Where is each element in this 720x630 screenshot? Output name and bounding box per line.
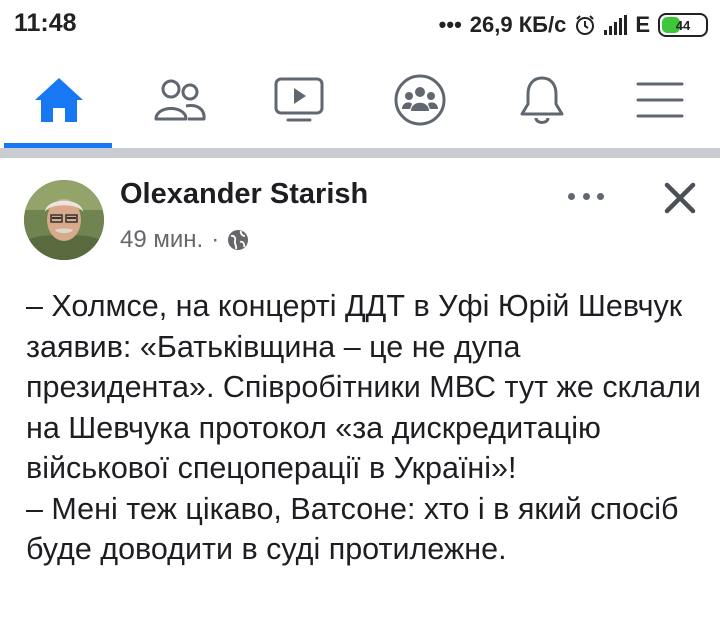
alarm-icon	[576, 15, 595, 35]
battery-icon: 44	[658, 13, 708, 37]
status-indicators: ••• 26,9 КБ/с E 44	[439, 10, 708, 40]
battery-level: 44	[675, 17, 691, 33]
feed-separator	[0, 148, 720, 158]
post-options-button[interactable]	[568, 186, 604, 206]
close-icon	[664, 182, 696, 214]
post-time[interactable]: 49 мин.	[120, 226, 203, 254]
bell-icon	[520, 76, 564, 124]
post-paragraph: – Холмсе, на концерті ДДТ в Уфі Юрій Шев…	[26, 289, 701, 485]
status-bar: 11:48 ••• 26,9 КБ/с E 44	[0, 0, 720, 52]
hide-post-button[interactable]	[660, 178, 700, 218]
signal-icon	[604, 15, 628, 35]
post-header: Olexander Starish 49 мин. ·	[0, 158, 720, 268]
post-body: – Холмсе, на концерті ДДТ в Уфі Юрій Шев…	[26, 286, 706, 570]
tab-friends[interactable]	[125, 52, 235, 148]
post-paragraph: – Мені теж цікаво, Ватсоне: хто і в який…	[26, 491, 679, 567]
groups-icon	[394, 74, 446, 126]
network-type: E	[635, 12, 650, 37]
hamburger-icon	[636, 82, 684, 118]
meta-separator: ·	[211, 226, 220, 253]
network-activity-dots: •••	[438, 12, 462, 37]
more-dot-icon	[582, 192, 590, 200]
tab-watch[interactable]	[244, 52, 354, 148]
tab-notifications[interactable]	[487, 52, 597, 148]
top-navigation	[0, 52, 720, 148]
author-name[interactable]: Olexander Starish	[120, 178, 368, 211]
tab-menu[interactable]	[605, 52, 715, 148]
avatar[interactable]	[24, 180, 104, 260]
globe-icon	[228, 230, 249, 250]
more-dot-icon	[568, 192, 575, 200]
friends-icon	[154, 79, 206, 121]
post-meta: 49 мин. ·	[120, 226, 249, 254]
status-time: 11:48	[14, 9, 77, 37]
network-speed: 26,9 КБ/с	[469, 12, 567, 37]
video-icon	[274, 77, 324, 122]
home-icon	[35, 78, 83, 122]
tab-groups[interactable]	[365, 52, 475, 148]
more-dot-icon	[597, 192, 604, 200]
tab-home[interactable]	[4, 52, 114, 148]
